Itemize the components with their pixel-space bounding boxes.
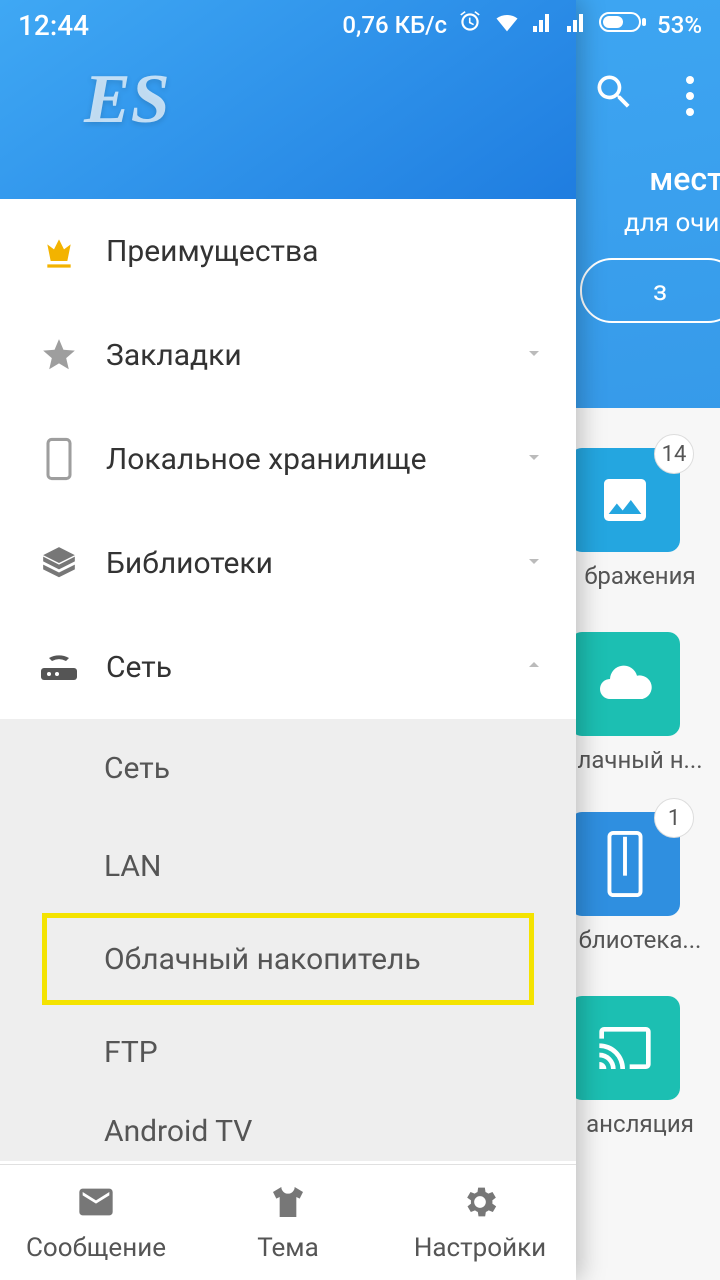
status-bar: 12:44 0,76 КБ/с 53%: [0, 0, 720, 50]
navigation-drawer: ES Преимущества Закладки Локальное храни…: [0, 0, 576, 1280]
status-network-rate: 0,76 КБ/с: [342, 11, 447, 39]
nav-message[interactable]: Сообщение: [0, 1165, 192, 1280]
search-icon[interactable]: [592, 70, 636, 122]
sub-item-androidtv[interactable]: Android TV: [0, 1101, 576, 1161]
layers-icon: [36, 544, 82, 582]
tile-images-label: бражения: [560, 562, 720, 590]
nav-label: Тема: [257, 1233, 318, 1263]
sub-label: Android TV: [104, 1114, 252, 1149]
shirt-icon: [268, 1182, 308, 1229]
phone-icon: [36, 437, 82, 481]
router-icon: [36, 652, 82, 682]
tile-cloud-label: лачный н...: [560, 746, 720, 774]
promo-subtitle: для очи...: [560, 208, 720, 238]
signal-icon: [531, 10, 555, 40]
tile-zip-label: блиотека...: [560, 926, 720, 954]
crown-icon: [36, 231, 82, 271]
nav-settings[interactable]: Настройки: [384, 1165, 576, 1280]
app-logo: ES: [84, 60, 170, 140]
sub-label: Облачный накопитель: [104, 942, 421, 977]
chevron-down-icon: [522, 442, 546, 477]
chevron-down-icon: [522, 546, 546, 581]
mail-icon: [76, 1182, 116, 1229]
nav-label: Настройки: [414, 1233, 546, 1263]
bottom-nav: Сообщение Тема Настройки: [0, 1164, 576, 1280]
promo-banner: места для очи... з: [560, 160, 720, 323]
menu-item-network[interactable]: Сеть: [0, 615, 576, 719]
tile-cloud[interactable]: [570, 632, 680, 736]
promo-title: места: [560, 160, 720, 198]
battery-icon: [599, 10, 647, 40]
nav-label: Сообщение: [26, 1233, 166, 1263]
menu-label: Закладки: [106, 338, 242, 373]
signal-icon-2: [565, 10, 589, 40]
network-submenu: Сеть LAN Облачный накопитель FTP Android…: [0, 719, 576, 1161]
menu-item-libraries[interactable]: Библиотеки: [0, 511, 576, 615]
promo-button[interactable]: з: [580, 258, 720, 323]
tile-images-badge: 14: [654, 434, 694, 474]
menu-item-local[interactable]: Локальное хранилище: [0, 407, 576, 511]
menu-item-premium[interactable]: Преимущества: [0, 199, 576, 303]
wifi-icon: [493, 8, 521, 42]
more-menu-icon[interactable]: [680, 70, 700, 122]
alarm-icon: [457, 9, 483, 41]
tile-zip[interactable]: 1: [570, 812, 680, 916]
tile-images[interactable]: 14: [570, 448, 680, 552]
tile-cast-label: ансляция: [560, 1110, 720, 1138]
chevron-down-icon: [522, 338, 546, 373]
sub-item-ftp[interactable]: FTP: [0, 1003, 576, 1101]
status-battery-pct: 53%: [657, 11, 702, 39]
menu-item-bookmarks[interactable]: Закладки: [0, 303, 576, 407]
gear-icon: [460, 1182, 500, 1229]
tile-cast[interactable]: [570, 996, 680, 1100]
status-time: 12:44: [18, 9, 89, 42]
chevron-up-icon: [522, 650, 546, 685]
nav-theme[interactable]: Тема: [192, 1165, 384, 1280]
sub-label: FTP: [104, 1035, 158, 1070]
menu-label: Библиотеки: [106, 546, 273, 581]
star-icon: [36, 336, 82, 374]
sub-item-network[interactable]: Сеть: [0, 719, 576, 817]
sub-item-lan[interactable]: LAN: [0, 817, 576, 915]
sub-item-cloud-highlighted[interactable]: Облачный накопитель: [44, 915, 532, 1003]
sub-label: LAN: [104, 849, 161, 884]
tile-zip-badge: 1: [654, 798, 694, 838]
menu-label: Сеть: [106, 650, 172, 685]
menu-label: Локальное хранилище: [106, 442, 427, 477]
menu-label: Преимущества: [106, 234, 318, 269]
sub-label: Сеть: [104, 751, 170, 786]
drawer-menu: Преимущества Закладки Локальное хранилищ…: [0, 199, 576, 1280]
